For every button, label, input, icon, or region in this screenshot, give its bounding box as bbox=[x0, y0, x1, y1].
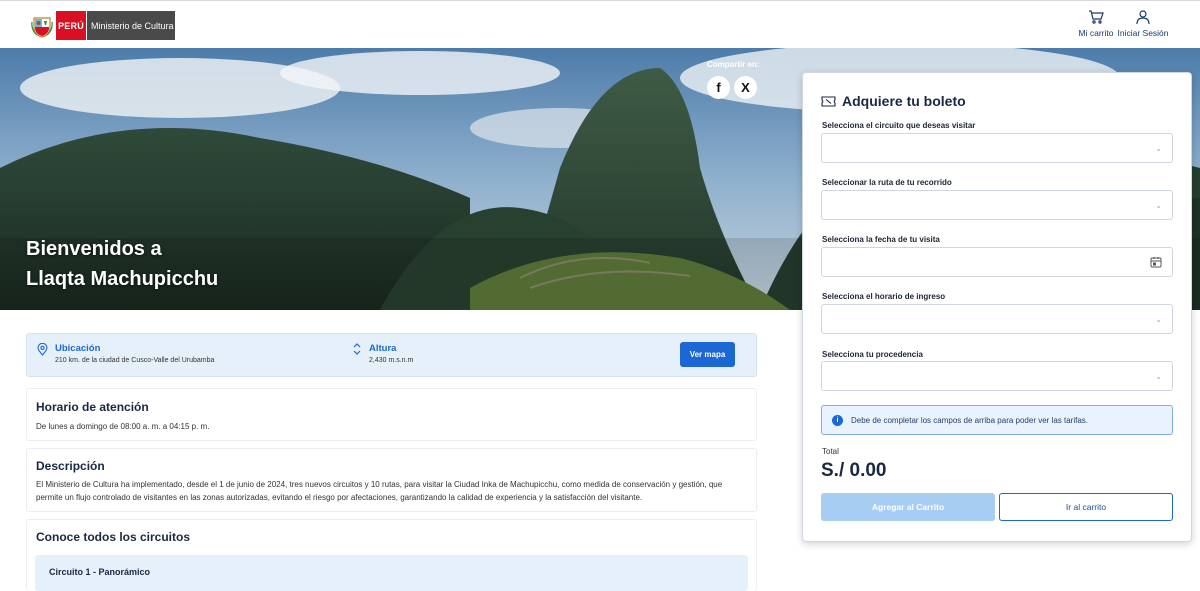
ticket-card-header: Adquiere tu boleto bbox=[821, 93, 966, 109]
circuit-accordion-item[interactable]: Circuito 1 - Panorámico ⌄ bbox=[35, 555, 748, 591]
peru-badge[interactable]: PERÚ bbox=[56, 11, 86, 40]
ministry-badge[interactable]: Ministerio de Cultura bbox=[87, 11, 175, 40]
origin-label: Selecciona tu procedencia bbox=[822, 350, 923, 359]
location-text: 210 km. de la ciudad de Cusco-Valle del … bbox=[55, 357, 215, 364]
route-select[interactable]: ⌄ bbox=[821, 190, 1173, 220]
altitude-title: Altura bbox=[369, 343, 397, 354]
view-map-button[interactable]: Ver mapa bbox=[680, 342, 735, 367]
user-icon bbox=[1136, 10, 1150, 25]
add-to-cart-button[interactable]: Agregar al Carrito bbox=[821, 493, 995, 521]
hero-title: Bienvenidos a Llaqta Machupicchu bbox=[26, 234, 218, 294]
date-label: Selecciona la fecha de tu visita bbox=[822, 235, 940, 244]
peru-crest-icon bbox=[31, 17, 53, 38]
facebook-icon[interactable]: f bbox=[707, 76, 730, 99]
info-alert: i Debe de completar los campos de arriba… bbox=[821, 405, 1173, 435]
chevron-down-icon: ⌄ bbox=[49, 568, 56, 577]
location-title: Ubicación bbox=[55, 343, 101, 354]
circuit-select[interactable]: ⌄ bbox=[821, 133, 1173, 163]
ticket-card: Adquiere tu boleto Selecciona el circuit… bbox=[802, 72, 1192, 542]
share-icons: f X bbox=[707, 76, 757, 99]
schedule-title: Horario de atención bbox=[36, 400, 149, 414]
chevron-down-icon: ⌄ bbox=[1155, 201, 1162, 210]
cart-button[interactable]: Mi carrito bbox=[1077, 9, 1115, 38]
altitude-text: 2,430 m.s.n.m bbox=[369, 357, 414, 364]
schedule-section: Horario de atención De lunes a domingo d… bbox=[26, 388, 757, 441]
x-twitter-icon[interactable]: X bbox=[734, 76, 757, 99]
chevron-down-icon: ⌄ bbox=[1155, 372, 1162, 381]
login-button[interactable]: Iniciar Sesión bbox=[1117, 9, 1169, 38]
info-message: Debe de completar los campos de arriba p… bbox=[851, 415, 1089, 425]
total-label: Total bbox=[822, 447, 839, 456]
info-icon: i bbox=[832, 414, 843, 426]
circuits-title: Conoce todos los circuitos bbox=[36, 530, 191, 544]
location-item: Ubicación 210 km. de la ciudad de Cusco-… bbox=[55, 343, 214, 364]
date-input[interactable] bbox=[821, 247, 1173, 277]
chevron-down-icon: ⌄ bbox=[1155, 144, 1162, 153]
description-text: El Ministerio de Cultura ha implementado… bbox=[36, 480, 723, 502]
hero-title-line1: Bienvenidos a bbox=[26, 238, 162, 260]
chevron-down-icon: ⌄ bbox=[1155, 315, 1162, 324]
hero-title-line2: Llaqta Machupicchu bbox=[26, 268, 219, 290]
cart-label: Mi carrito bbox=[1078, 28, 1114, 38]
location-card: Ubicación 210 km. de la ciudad de Cusco-… bbox=[26, 333, 757, 377]
cart-icon bbox=[1089, 10, 1104, 24]
description-title: Descripción bbox=[36, 459, 105, 473]
total-value: S./ 0.00 bbox=[821, 460, 887, 481]
origin-select[interactable]: ⌄ bbox=[821, 361, 1173, 391]
schedule-text: De lunes a domingo de 08:00 a. m. a 04:1… bbox=[36, 422, 210, 431]
share-label: Compartir en: bbox=[707, 60, 760, 69]
go-to-cart-button[interactable]: Ir al carrito bbox=[999, 493, 1173, 521]
calendar-icon bbox=[1150, 257, 1162, 268]
circuit-label: Selecciona el circuito que deseas visita… bbox=[822, 121, 976, 130]
schedule-label: Selecciona el horario de ingreso bbox=[822, 292, 946, 301]
ticket-card-title: Adquiere tu boleto bbox=[842, 93, 966, 109]
schedule-select[interactable]: ⌄ bbox=[821, 304, 1173, 334]
location-pin-icon bbox=[37, 343, 48, 356]
ticket-icon bbox=[821, 95, 836, 107]
top-header: PERÚ Ministerio de Cultura Mi carrito In… bbox=[0, 0, 1200, 48]
description-section: Descripción El Ministerio de Cultura ha … bbox=[26, 448, 757, 512]
login-label: Iniciar Sesión bbox=[1117, 28, 1169, 38]
altitude-icon bbox=[353, 343, 361, 355]
altitude-item: Altura 2,430 m.s.n.m bbox=[369, 343, 413, 364]
route-label: Seleccionar la ruta de tu recorrido bbox=[822, 178, 952, 187]
